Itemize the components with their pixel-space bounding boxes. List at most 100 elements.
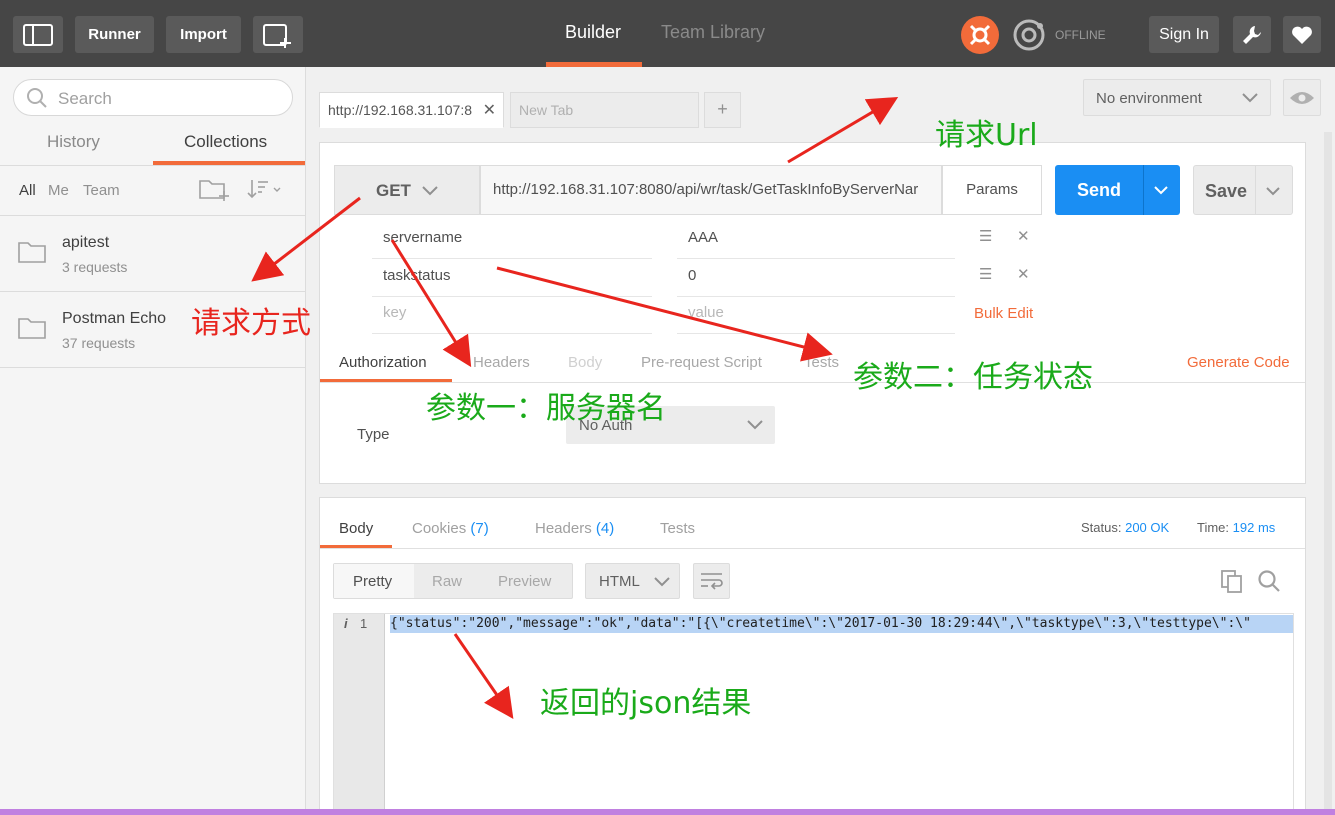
tab-history[interactable]: History — [47, 132, 100, 152]
tab-response-tests[interactable]: Tests — [660, 520, 695, 537]
offline-label: OFFLINE — [1055, 28, 1106, 42]
view-mode-preview[interactable]: Preview — [498, 573, 551, 590]
param-key[interactable]: taskstatus — [383, 267, 451, 284]
tab-team-library[interactable]: Team Library — [661, 22, 765, 43]
copy-icon[interactable] — [1220, 569, 1244, 593]
annotation-result: 返回的json结果 — [540, 686, 752, 721]
bulk-edit-link[interactable]: Bulk Edit — [974, 305, 1033, 322]
generate-code-link[interactable]: Generate Code — [1187, 354, 1290, 371]
search-input[interactable]: Search — [13, 79, 293, 116]
key-input[interactable]: key — [383, 304, 406, 321]
collection-name: Postman Echo — [62, 310, 167, 327]
request-tab-new[interactable]: New Tab — [510, 92, 699, 128]
add-tab-button[interactable]: + — [704, 92, 741, 128]
drag-handle-icon[interactable]: ☰ — [979, 227, 992, 245]
param-key[interactable]: servername — [383, 229, 462, 246]
save-divider — [1255, 166, 1256, 214]
view-mode-pretty[interactable]: Pretty — [353, 573, 392, 590]
save-label: Save — [1205, 181, 1248, 201]
status-label: Status: — [1081, 520, 1122, 535]
search-placeholder: Search — [58, 89, 112, 108]
tab-response-cookies[interactable]: Cookies (7) — [412, 520, 489, 537]
param-row-divider — [677, 258, 955, 259]
param-value[interactable]: 0 — [688, 267, 696, 284]
annotation-param1: 参数一：服务器名 — [426, 391, 666, 426]
tab-response-headers[interactable]: Headers (4) — [535, 520, 614, 537]
sync-status[interactable]: OFFLINE — [1010, 16, 1120, 54]
value-input[interactable]: value — [688, 304, 724, 321]
collection-name: apitest — [62, 234, 110, 251]
line-gutter: i 1 — [334, 614, 385, 814]
collection-count: 37 requests — [62, 335, 136, 351]
interceptor-button[interactable] — [961, 16, 999, 54]
view-mode-toggle: Pretty Raw Preview — [333, 563, 573, 599]
scrollbar[interactable] — [1324, 132, 1332, 812]
folder-icon — [18, 318, 46, 339]
settings-button[interactable] — [1233, 16, 1271, 53]
tab-headers[interactable]: Headers — [473, 354, 530, 371]
main-area: http://192.168.31.107:8 ✕ New Tab + No e… — [307, 67, 1335, 815]
chevron-down-icon[interactable] — [1266, 187, 1280, 196]
chevron-down-icon[interactable] — [1154, 186, 1168, 195]
filter-all[interactable]: All — [19, 182, 36, 199]
tab-body[interactable]: Body — [568, 354, 602, 371]
collection-item[interactable]: apitest 3 requests — [0, 216, 305, 292]
cookies-label: Cookies — [412, 520, 467, 537]
params-button[interactable]: Params — [942, 165, 1042, 215]
param-row-divider — [677, 296, 955, 297]
param-row-divider — [372, 296, 652, 297]
close-icon[interactable]: ✕ — [483, 100, 496, 120]
view-mode-raw[interactable]: Raw — [432, 573, 462, 590]
sign-in-button[interactable]: Sign In — [1149, 16, 1219, 53]
folder-icon — [18, 242, 46, 263]
wrap-lines-button[interactable] — [693, 563, 730, 599]
tab-pre-request-script[interactable]: Pre-request Script — [641, 354, 762, 371]
headers-count: (4) — [595, 520, 615, 537]
environment-quick-look-button[interactable] — [1283, 79, 1321, 116]
response-body-editor[interactable]: i 1 {"status":"200","message":"ok","data… — [333, 613, 1294, 814]
search-icon[interactable] — [1257, 569, 1281, 593]
toggle-sidebar-button[interactable] — [13, 16, 63, 53]
new-window-icon — [263, 23, 291, 48]
line-number: 1 — [360, 616, 368, 631]
drag-handle-icon[interactable]: ☰ — [979, 265, 992, 283]
chevron-down-icon — [654, 577, 670, 587]
tab-response-body[interactable]: Body — [339, 520, 373, 537]
heart-icon — [1292, 26, 1312, 44]
top-bar: Runner Import Builder Team Library OFFLI… — [0, 0, 1335, 67]
import-button[interactable]: Import — [166, 16, 241, 53]
request-tab-label: http://192.168.31.107:8 — [328, 102, 473, 118]
environment-select[interactable]: No environment — [1083, 79, 1271, 116]
favorite-button[interactable] — [1283, 16, 1321, 53]
method-select[interactable]: GET — [334, 165, 480, 215]
tab-collections[interactable]: Collections — [184, 132, 267, 152]
annotation-url: 请求Url — [935, 118, 1038, 153]
send-button[interactable]: Send — [1055, 165, 1180, 215]
tab-tests[interactable]: Tests — [804, 354, 839, 371]
headers-label: Headers — [535, 520, 592, 537]
tab-builder[interactable]: Builder — [565, 22, 621, 43]
format-select[interactable]: HTML — [585, 563, 680, 599]
new-collection-icon[interactable] — [198, 177, 230, 201]
tab-authorization[interactable]: Authorization — [339, 354, 427, 371]
runner-button[interactable]: Runner — [75, 16, 154, 53]
time-value: 192 ms — [1232, 520, 1276, 535]
cookies-count: (7) — [470, 520, 489, 537]
filter-team[interactable]: Team — [83, 182, 120, 199]
sync-icon — [1013, 19, 1045, 51]
wrench-icon — [1243, 25, 1261, 44]
save-button[interactable]: Save — [1193, 165, 1293, 215]
filter-me[interactable]: Me — [48, 182, 69, 199]
eye-icon — [1290, 92, 1314, 104]
delete-param-icon[interactable]: ✕ — [1017, 227, 1030, 245]
request-tab-active[interactable]: http://192.168.31.107:8 ✕ — [319, 92, 504, 128]
time-label: Time: — [1197, 520, 1230, 535]
new-window-button[interactable] — [253, 16, 303, 53]
url-input[interactable]: http://192.168.31.107:8080/api/wr/task/G… — [480, 165, 942, 215]
delete-param-icon[interactable]: ✕ — [1017, 265, 1030, 283]
sort-icon[interactable] — [247, 177, 285, 201]
search-icon — [27, 88, 47, 108]
interceptor-icon — [969, 24, 991, 46]
param-value[interactable]: AAA — [688, 229, 718, 246]
param-row-divider — [372, 333, 652, 334]
